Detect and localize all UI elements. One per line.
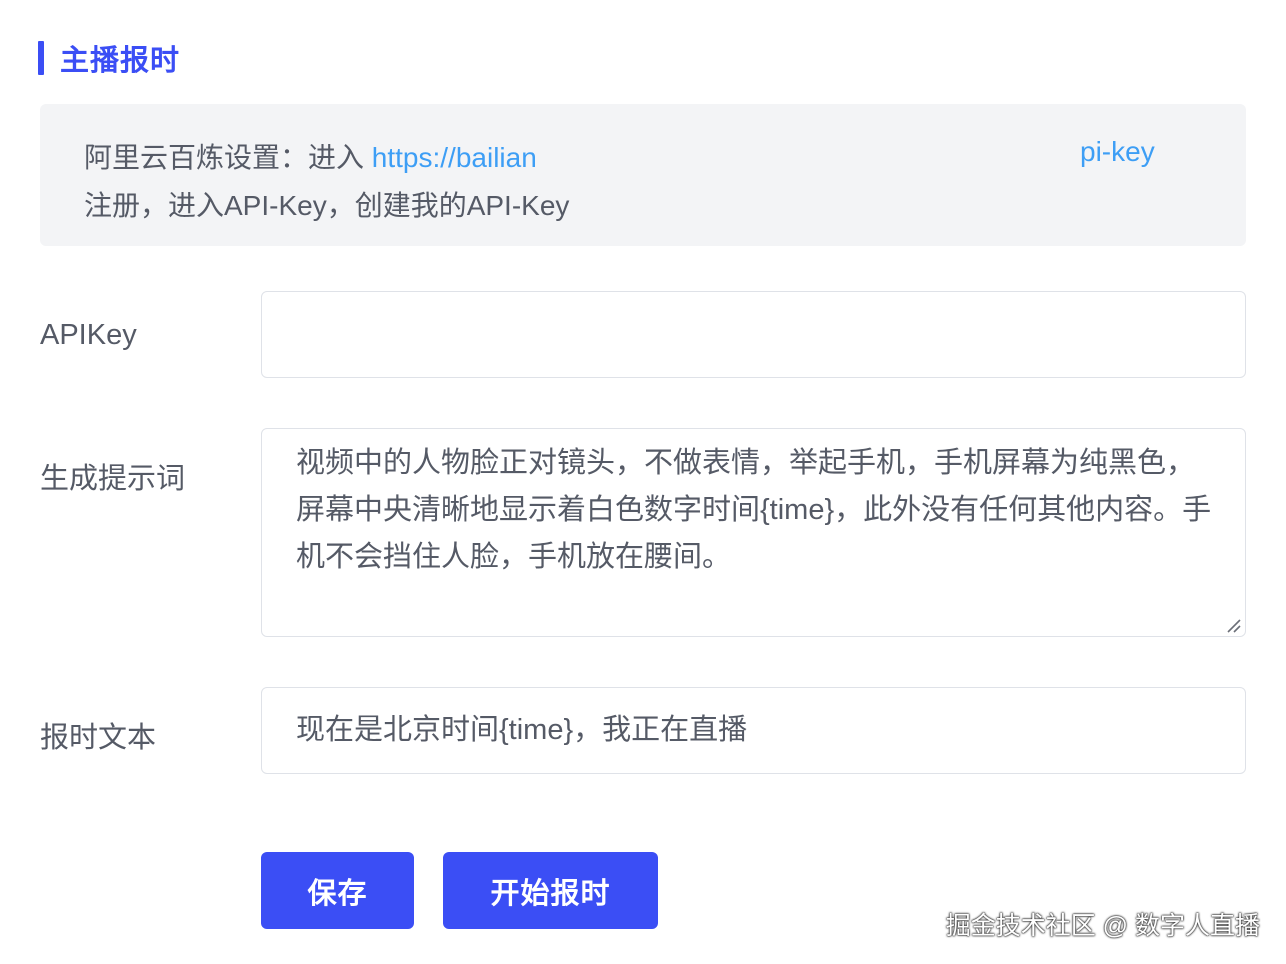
resize-handle-icon[interactable]: [1225, 617, 1241, 633]
apikey-label: APIKey: [40, 319, 137, 351]
bailian-link-end[interactable]: pi-key: [1080, 136, 1155, 168]
section-accent-bar: [38, 41, 44, 75]
announce-text-input[interactable]: 现在是北京时间{time}，我正在直播: [261, 687, 1246, 774]
section-title: 主播报时: [60, 45, 181, 77]
apikey-input[interactable]: [261, 291, 1246, 378]
announce-text-value: 现在是北京时间{time}，我正在直播: [296, 714, 748, 746]
info-line-1: 阿里云百炼设置：进入 https://bailian: [84, 136, 537, 176]
prompt-label: 生成提示词: [40, 463, 186, 495]
start-announce-button[interactable]: 开始报时: [443, 852, 658, 929]
save-button[interactable]: 保存: [261, 852, 414, 929]
announce-text-label: 报时文本: [40, 722, 157, 754]
prompt-value: 视频中的人物脸正对镜头，不做表情，举起手机，手机屏幕为纯黑色，屏幕中央清晰地显示…: [296, 447, 1212, 573]
info-line-2: 注册，进入API-Key，创建我的API-Key: [84, 190, 570, 221]
info-notice: 阿里云百炼设置：进入 https://bailian pi-key 注册，进入A…: [40, 104, 1246, 246]
section-header: 主播报时: [38, 38, 180, 78]
prompt-textarea[interactable]: 视频中的人物脸正对镜头，不做表情，举起手机，手机屏幕为纯黑色，屏幕中央清晰地显示…: [261, 428, 1246, 637]
info-text-prefix: 阿里云百炼设置：进入: [84, 142, 372, 173]
bailian-link[interactable]: https://bailian: [372, 142, 537, 173]
watermark: 掘金技术社区 @ 数字人直播: [945, 912, 1260, 940]
